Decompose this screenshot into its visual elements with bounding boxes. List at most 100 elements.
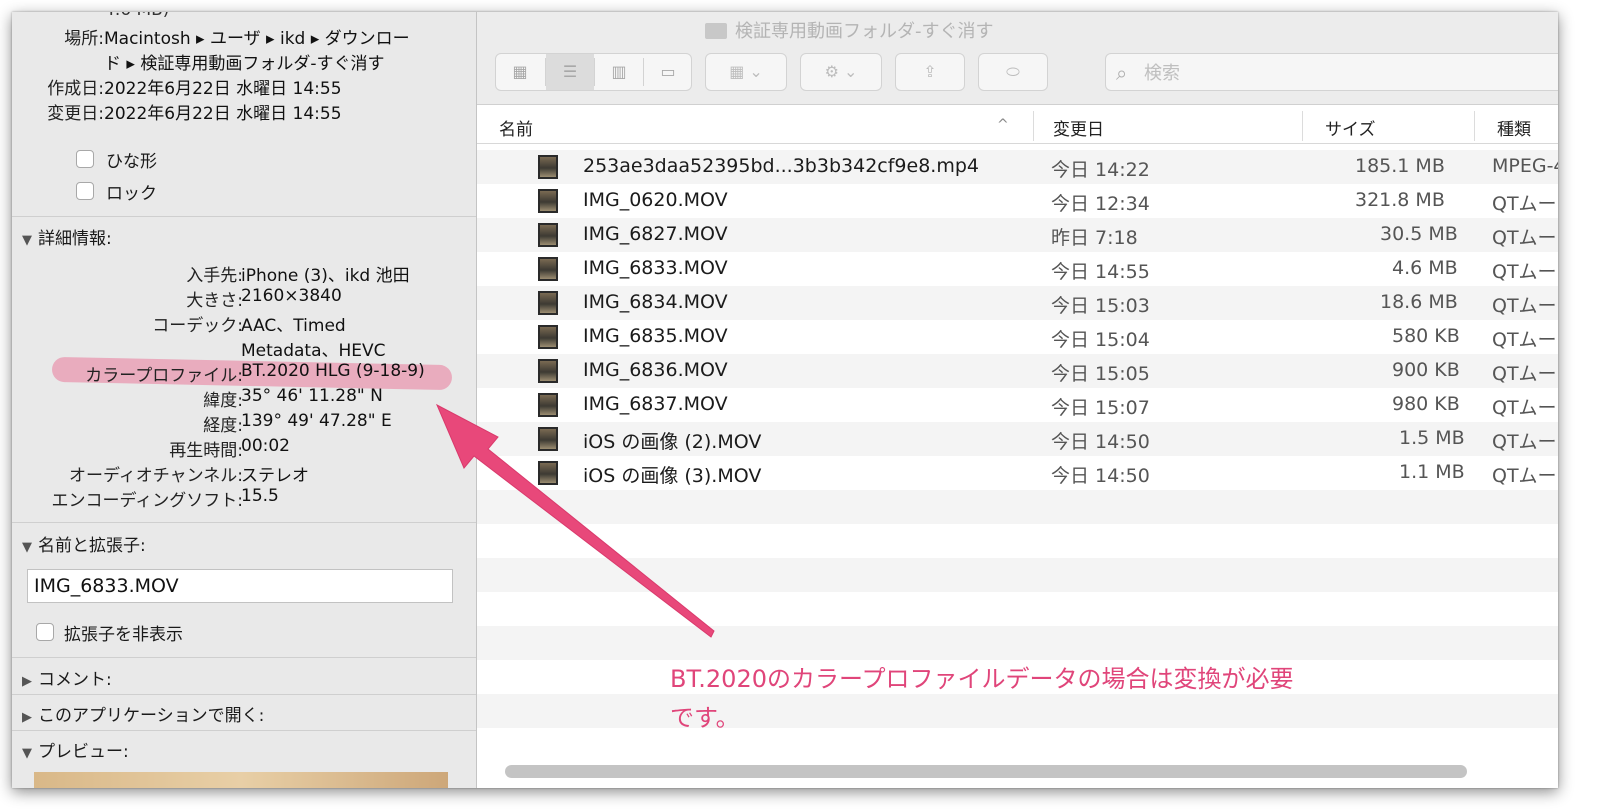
info-value: 2022年6月22日 水曜日 14:55 bbox=[104, 104, 342, 124]
column-name[interactable]: 名前 bbox=[499, 115, 533, 140]
info-key: 変更日: bbox=[47, 104, 104, 124]
file-row[interactable]: iOS の画像 (3).MOV 今日 14:50 1.1 MB QTムービ bbox=[477, 456, 1558, 490]
file-date: 今日 14:50 bbox=[1051, 465, 1150, 487]
file-name: iOS の画像 (3).MOV bbox=[583, 465, 762, 487]
window-title: 検証専用動画フォルダ-すぐ消す bbox=[705, 17, 994, 43]
detail-value: iPhone (3)、ikd 池田 bbox=[241, 266, 410, 286]
disclosure-down-icon: ▼ bbox=[22, 233, 32, 248]
tag-icon: ⬭ bbox=[1006, 62, 1020, 81]
file-row[interactable]: 253ae3daa52395bd...3b3b342cf9e8.mp4 今日 1… bbox=[477, 150, 1558, 184]
info-key: 作成日: bbox=[47, 79, 104, 99]
horizontal-scrollbar[interactable] bbox=[505, 765, 1467, 778]
file-row[interactable]: IMG_6833.MOV 今日 14:55 4.6 MB QTムービ bbox=[477, 252, 1558, 286]
file-row[interactable]: IMG_0620.MOV 今日 12:34 321.8 MB QTムービ bbox=[477, 184, 1558, 218]
file-row[interactable]: IMG_6834.MOV 今日 15:03 18.6 MB QTムービ bbox=[477, 286, 1558, 320]
size-partial-text: 4.6 MB) bbox=[104, 12, 169, 20]
search-icon: ⌕ bbox=[1116, 61, 1128, 85]
column-separator[interactable] bbox=[1302, 111, 1303, 141]
file-size: 1.5 MB bbox=[1399, 427, 1465, 449]
file-date: 昨日 7:18 bbox=[1051, 227, 1138, 249]
detail-value: BT.2020 HLG (9-18-9) bbox=[241, 361, 425, 381]
video-thumbnail-icon bbox=[538, 189, 558, 213]
video-thumbnail-icon bbox=[538, 393, 558, 417]
file-row[interactable]: IMG_6835.MOV 今日 15:04 580 KB QTムービ bbox=[477, 320, 1558, 354]
column-separator[interactable] bbox=[1033, 111, 1034, 141]
file-name-input[interactable] bbox=[27, 569, 453, 603]
video-thumbnail-icon bbox=[538, 359, 558, 383]
folder-icon bbox=[705, 23, 727, 39]
detail-row-color-profile: カラープロファイル: BT.2020 HLG (9-18-9) bbox=[12, 361, 476, 386]
details-section-header[interactable]: ▼ 詳細情報: bbox=[22, 224, 112, 249]
file-row[interactable]: IMG_6837.MOV 今日 15:07 980 KB QTムービ bbox=[477, 388, 1558, 422]
file-kind: MPEG-4 bbox=[1492, 155, 1558, 177]
locked-checkbox[interactable] bbox=[76, 182, 94, 200]
gear-icon: ⚙ ⌄ bbox=[824, 62, 858, 81]
locked-label: ロック bbox=[106, 184, 157, 204]
search-field[interactable]: ⌕ bbox=[1105, 53, 1558, 91]
detail-value: 15.5 bbox=[241, 486, 279, 506]
preview-header-label: プレビュー: bbox=[38, 742, 129, 762]
open-with-header-label: このアプリケーションで開く: bbox=[38, 706, 265, 726]
preview-section-header[interactable]: ▼ プレビュー: bbox=[22, 737, 129, 762]
name-ext-header-label: 名前と拡張子: bbox=[38, 536, 146, 556]
detail-row-longitude: 経度: 139° 49' 47.28" E bbox=[12, 411, 476, 436]
info-value: ド ▸ 検証専用動画フォルダ-すぐ消す bbox=[104, 54, 385, 74]
video-thumbnail-icon bbox=[538, 291, 558, 315]
column-kind[interactable]: 種類 bbox=[1497, 115, 1531, 140]
column-view-button[interactable]: ▥ bbox=[595, 54, 643, 90]
column-size[interactable]: サイズ bbox=[1325, 115, 1376, 140]
file-kind: QTムービ bbox=[1492, 227, 1558, 249]
gallery-view-button[interactable]: ▭ bbox=[644, 54, 692, 90]
name-ext-section-header[interactable]: ▼ 名前と拡張子: bbox=[22, 531, 146, 556]
file-row[interactable]: IMG_6827.MOV 昨日 7:18 30.5 MB QTムービ bbox=[477, 218, 1558, 252]
info-row-created: 作成日: 2022年6月22日 水曜日 14:55 bbox=[12, 74, 476, 99]
finder-titlebar: 検証専用動画フォルダ-すぐ消す ▦ ☰ ▥ ▭ ▦ ⌄ ⚙ ⌄ ⇪ ⬭ ⌕ bbox=[477, 12, 1558, 105]
action-menu-button[interactable]: ⚙ ⌄ bbox=[800, 53, 882, 91]
section-divider bbox=[12, 694, 476, 695]
info-value: 2022年6月22日 水曜日 14:55 bbox=[104, 79, 342, 99]
empty-row bbox=[477, 558, 1558, 592]
info-key: 場所: bbox=[64, 29, 104, 49]
detail-value: 35° 46' 11.28" N bbox=[241, 386, 383, 406]
file-name: IMG_6827.MOV bbox=[583, 223, 728, 245]
file-row[interactable]: iOS の画像 (2).MOV 今日 14:50 1.5 MB QTムービ bbox=[477, 422, 1558, 456]
icon-view-button[interactable]: ▦ bbox=[496, 54, 544, 90]
sort-ascending-icon[interactable]: ^ bbox=[997, 117, 1009, 133]
detail-value: 00:02 bbox=[241, 436, 290, 456]
section-divider bbox=[12, 216, 476, 217]
file-date: 今日 15:05 bbox=[1051, 363, 1150, 385]
column-date-modified[interactable]: 変更日 bbox=[1053, 115, 1104, 140]
search-input[interactable] bbox=[1142, 59, 1526, 87]
detail-key: カラープロファイル: bbox=[85, 366, 243, 386]
empty-row bbox=[477, 490, 1558, 524]
video-thumbnail-icon bbox=[538, 155, 558, 179]
file-size: 980 KB bbox=[1392, 393, 1460, 415]
file-name: IMG_6835.MOV bbox=[583, 325, 728, 347]
group-by-button[interactable]: ▦ ⌄ bbox=[705, 53, 787, 91]
file-size: 1.1 MB bbox=[1399, 461, 1465, 483]
file-kind: QTムービ bbox=[1492, 329, 1558, 351]
detail-value: ステレオ bbox=[241, 466, 309, 486]
share-button[interactable]: ⇪ bbox=[895, 53, 965, 91]
video-thumbnail-icon bbox=[538, 223, 558, 247]
detail-row-duration: 再生時間: 00:02 bbox=[12, 436, 476, 461]
open-with-section-header[interactable]: ▶ このアプリケーションで開く: bbox=[22, 701, 265, 726]
tag-button[interactable]: ⬭ bbox=[978, 53, 1048, 91]
file-kind: QTムービ bbox=[1492, 363, 1558, 385]
column-separator[interactable] bbox=[1474, 111, 1475, 141]
comments-section-header[interactable]: ▶ コメント: bbox=[22, 665, 112, 690]
detail-key: コーデック: bbox=[152, 316, 243, 336]
file-name: IMG_6836.MOV bbox=[583, 359, 728, 381]
file-date: 今日 15:04 bbox=[1051, 329, 1150, 351]
file-kind: QTムービ bbox=[1492, 465, 1558, 487]
list-icon: ☰ bbox=[562, 62, 578, 81]
empty-row bbox=[477, 626, 1558, 660]
stationery-checkbox[interactable] bbox=[76, 150, 94, 168]
file-name: IMG_0620.MOV bbox=[583, 189, 728, 211]
hide-extension-checkbox[interactable] bbox=[36, 623, 54, 641]
file-date: 今日 12:34 bbox=[1051, 193, 1150, 215]
list-view-button[interactable]: ☰ bbox=[546, 54, 594, 90]
file-size: 185.1 MB bbox=[1355, 155, 1445, 177]
annotation-line-2: です。 bbox=[670, 704, 740, 732]
file-row[interactable]: IMG_6836.MOV 今日 15:05 900 KB QTムービ bbox=[477, 354, 1558, 388]
